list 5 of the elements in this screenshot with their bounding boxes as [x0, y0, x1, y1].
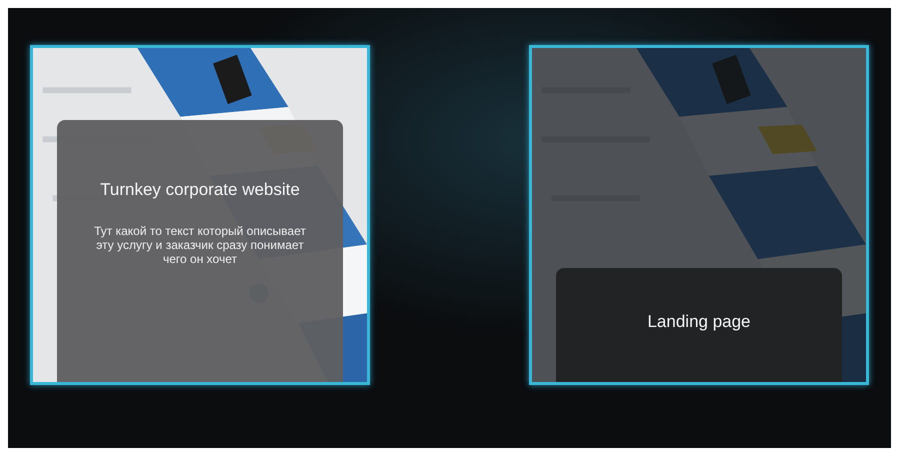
service-card[interactable]: Turnkey corporate website Тут какой то текст который описывает эту услугу и заказчик сразу понимает чего он хочет: [30, 45, 370, 385]
card-title: Turnkey corporate website: [99, 180, 301, 200]
card-title: Landing page: [646, 312, 752, 332]
service-card[interactable]: Landing page: [529, 45, 869, 385]
card-description: Тут какой то текст который описывает эту услугу и заказчик сразу понимает чего он хочет: [93, 224, 307, 266]
